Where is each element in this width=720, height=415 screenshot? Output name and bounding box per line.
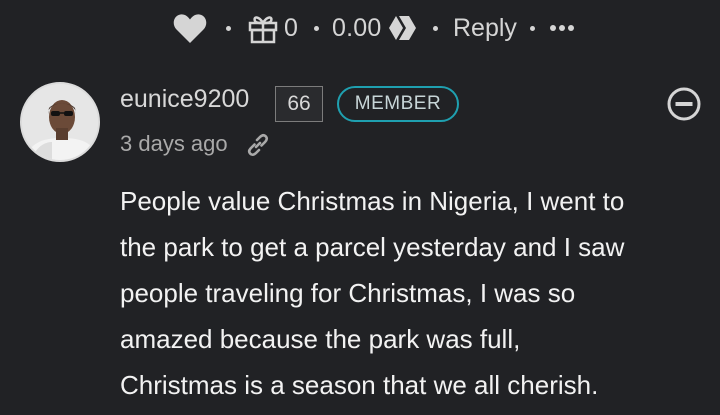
- more-dots-icon[interactable]: [550, 25, 574, 31]
- reply-button[interactable]: Reply: [453, 14, 517, 43]
- like-button[interactable]: [172, 0, 208, 56]
- comment-body-line: amazed because the park was full,: [120, 324, 521, 354]
- collapse-minus-icon[interactable]: [666, 86, 702, 122]
- hive-logo-icon: [389, 16, 417, 40]
- link-icon[interactable]: [245, 132, 271, 158]
- gift-icon: [248, 16, 278, 44]
- payout-button[interactable]: 0.00: [332, 0, 421, 56]
- comment-body-line: people traveling for Christmas, I was so: [120, 278, 576, 308]
- separator-dot: [226, 25, 231, 31]
- avatar[interactable]: [20, 82, 100, 162]
- payout-value: 0.00: [332, 13, 382, 42]
- comment-timestamp[interactable]: 3 days ago: [120, 131, 228, 157]
- gift-count: 0: [284, 13, 299, 42]
- separator-dot: [314, 25, 319, 31]
- avatar-image: [22, 84, 98, 160]
- comment-body-line: People value Christmas in Nigeria, I wen…: [120, 186, 625, 216]
- comment-body: People value Christmas in Nigeria, I wen…: [120, 178, 710, 408]
- comment-body-line: Christmas is a season that we all cheris…: [120, 370, 599, 400]
- reputation-badge: 66: [275, 86, 323, 122]
- comment-author[interactable]: eunice9200: [120, 85, 249, 114]
- comment-actions-bar: 0 0.00 Reply: [0, 0, 720, 56]
- heart-icon: [173, 14, 207, 43]
- comment-body-line: the park to get a parcel yesterday and I…: [120, 232, 625, 262]
- gift-button[interactable]: 0: [248, 0, 298, 56]
- member-badge: MEMBER: [337, 86, 459, 122]
- separator-dot: [433, 25, 438, 31]
- separator-dot: [530, 25, 535, 31]
